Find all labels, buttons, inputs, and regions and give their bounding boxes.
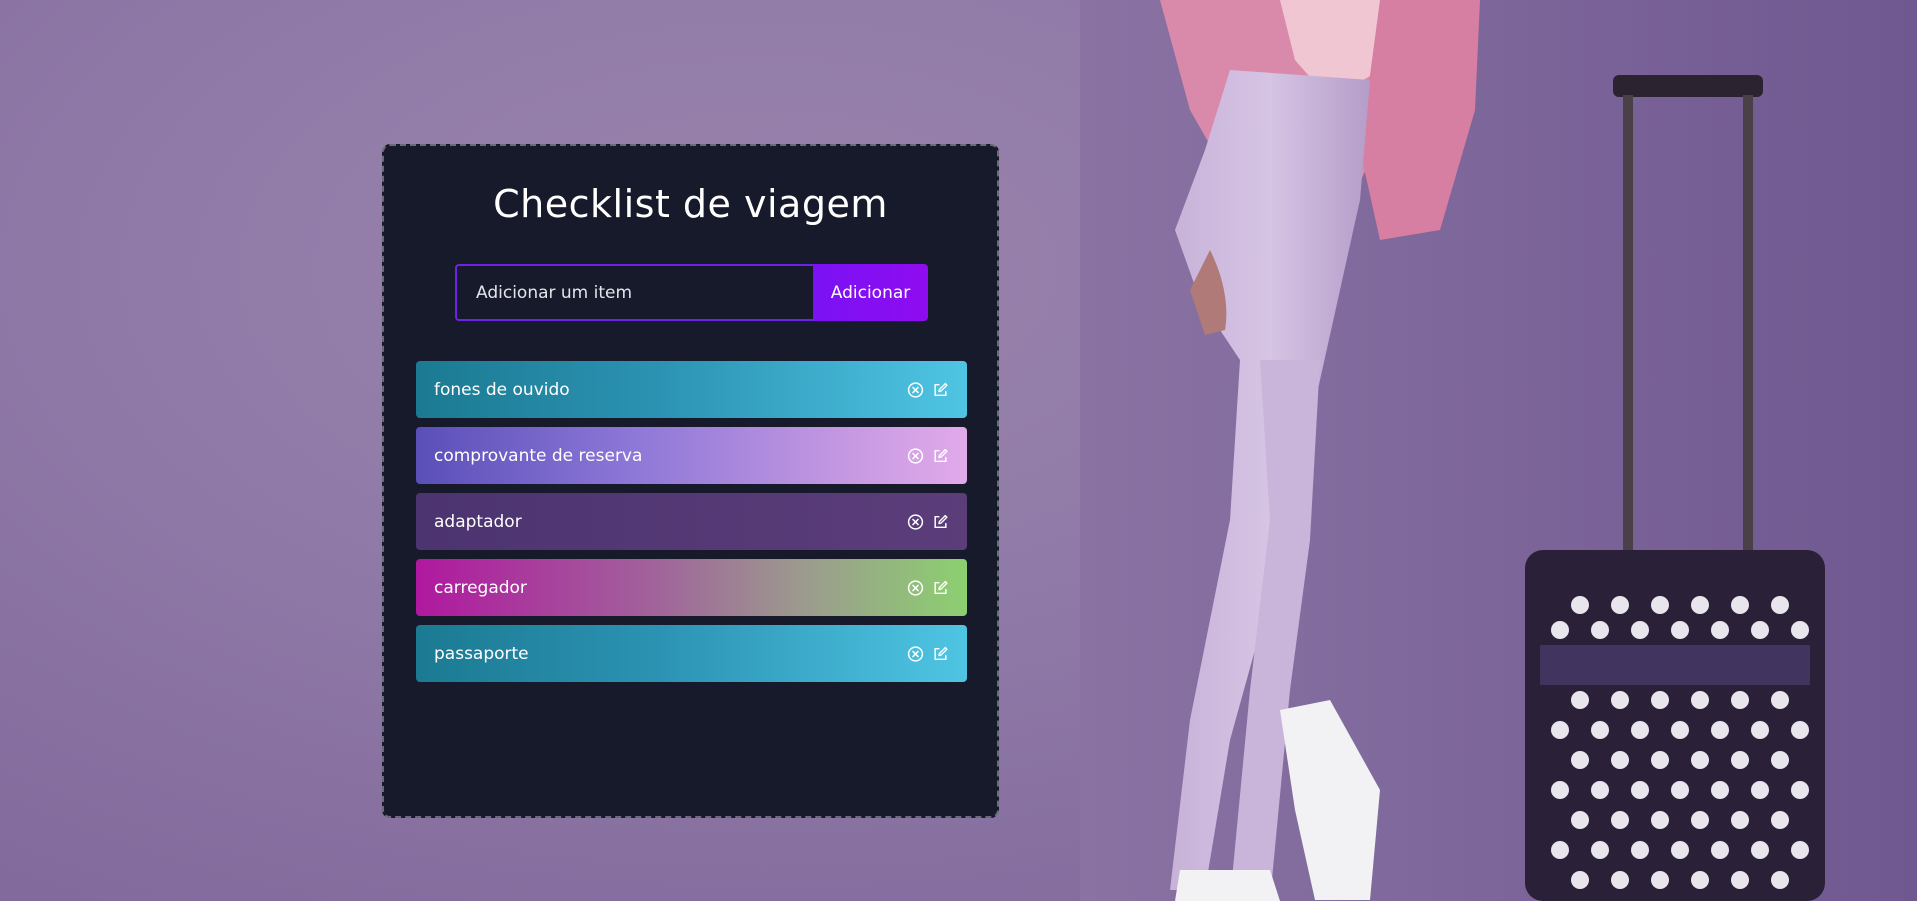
edit-icon[interactable] [932, 579, 949, 596]
close-circle-icon[interactable] [907, 579, 924, 596]
add-item-form: Adicionar [455, 264, 928, 321]
checklist-items: fones de ouvido comprovante de reserva a… [416, 361, 967, 691]
close-circle-icon[interactable] [907, 381, 924, 398]
close-circle-icon[interactable] [907, 447, 924, 464]
close-circle-icon[interactable] [907, 513, 924, 530]
list-item-actions [907, 579, 949, 596]
checklist-card: Checklist de viagem Adicionar fones de o… [382, 144, 999, 818]
list-item-label: fones de ouvido [434, 379, 570, 400]
edit-icon[interactable] [932, 447, 949, 464]
list-item[interactable]: fones de ouvido [416, 361, 967, 418]
edit-icon[interactable] [932, 513, 949, 530]
background-photo [1080, 0, 1917, 901]
add-item-button[interactable]: Adicionar [813, 264, 928, 321]
list-item[interactable]: adaptador [416, 493, 967, 550]
list-item[interactable]: comprovante de reserva [416, 427, 967, 484]
list-item-actions [907, 645, 949, 662]
list-item-actions [907, 447, 949, 464]
list-item-label: carregador [434, 577, 527, 598]
list-item[interactable]: passaporte [416, 625, 967, 682]
list-item-label: adaptador [434, 511, 522, 532]
list-item[interactable]: carregador [416, 559, 967, 616]
edit-icon[interactable] [932, 645, 949, 662]
page-title: Checklist de viagem [493, 182, 888, 226]
add-item-input[interactable] [455, 264, 813, 321]
list-item-actions [907, 513, 949, 530]
edit-icon[interactable] [932, 381, 949, 398]
list-item-label: passaporte [434, 643, 529, 664]
close-circle-icon[interactable] [907, 645, 924, 662]
list-item-actions [907, 381, 949, 398]
list-item-label: comprovante de reserva [434, 445, 643, 466]
